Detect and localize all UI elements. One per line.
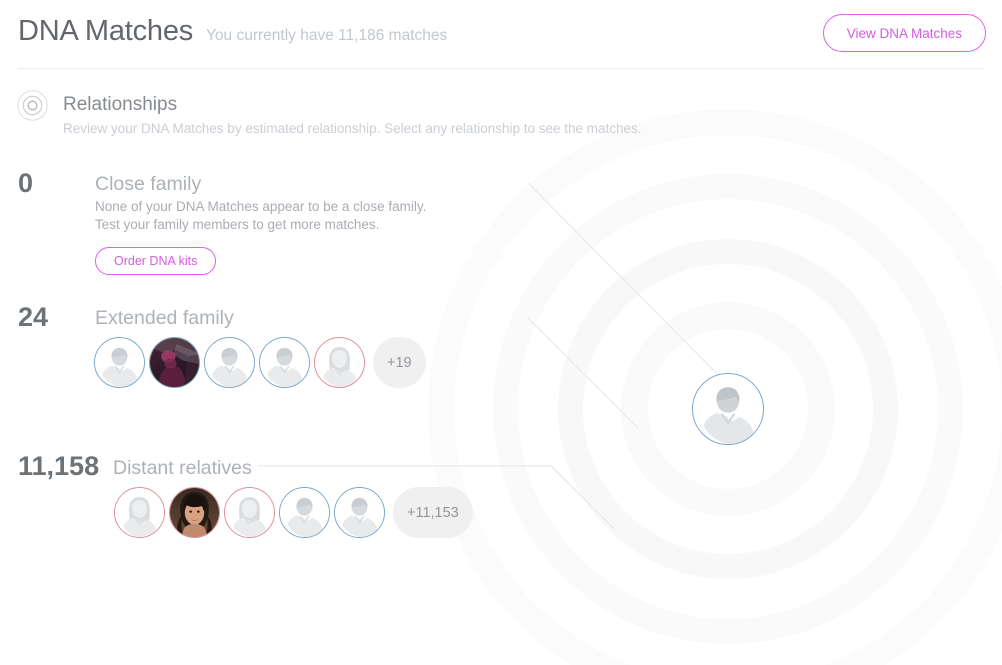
- female-placeholder-icon: [315, 338, 364, 387]
- dna-matches-page: DNA Matches You currently have 11,186 ma…: [0, 0, 1002, 665]
- male-placeholder-icon: [95, 338, 144, 387]
- radial-ring-2b: [583, 264, 873, 554]
- header-divider: [18, 68, 984, 69]
- match-avatar[interactable]: [204, 337, 255, 388]
- relationships-description: Review your DNA Matches by estimated rel…: [63, 121, 642, 136]
- page-title: DNA Matches: [18, 15, 194, 47]
- close-family-count: 0: [18, 168, 34, 198]
- match-avatar[interactable]: [259, 337, 310, 388]
- match-avatar[interactable]: [279, 487, 330, 538]
- order-dna-kits-button[interactable]: Order DNA kits: [95, 247, 217, 275]
- radial-ring-4: [493, 174, 963, 644]
- distant-relatives-count: 11,158: [18, 451, 100, 481]
- match-avatar-photo[interactable]: [169, 487, 220, 538]
- close-family-label[interactable]: Close family: [95, 173, 201, 196]
- extended-family-avatar-row: +19: [94, 337, 426, 388]
- male-placeholder-icon: [335, 488, 384, 537]
- male-placeholder-icon: [260, 338, 309, 387]
- match-avatar-photo[interactable]: [149, 337, 200, 388]
- radial-ring-1: [648, 329, 808, 489]
- match-avatar[interactable]: [114, 487, 165, 538]
- male-placeholder-icon: [280, 488, 329, 537]
- distant-relatives-label[interactable]: Distant relatives: [113, 457, 252, 480]
- relationships-title: Relationships: [63, 94, 178, 115]
- match-avatar[interactable]: [224, 487, 275, 538]
- target-rings-icon: [17, 90, 48, 121]
- radial-ring-2: [621, 302, 835, 516]
- view-dna-matches-button[interactable]: View DNA Matches: [822, 14, 986, 52]
- extended-family-count: 24: [18, 302, 49, 332]
- female-placeholder-icon: [115, 488, 164, 537]
- photo-avatar-dark-icon: [150, 338, 199, 387]
- user-avatar-icon: [693, 374, 763, 444]
- page-header: DNA Matches You currently have 11,186 ma…: [0, 0, 1002, 69]
- center-user-avatar[interactable]: [692, 373, 764, 445]
- photo-avatar-woman-icon: [170, 488, 219, 537]
- male-placeholder-icon: [205, 338, 254, 387]
- distant-relatives-avatar-row: +11,153: [114, 487, 473, 538]
- page-subtitle: You currently have 11,186 matches: [206, 27, 448, 44]
- radial-ring-5: [428, 109, 1002, 665]
- match-avatar[interactable]: [334, 487, 385, 538]
- radial-ring-3b: [518, 199, 938, 619]
- match-avatar[interactable]: [314, 337, 365, 388]
- match-avatar[interactable]: [94, 337, 145, 388]
- female-placeholder-icon: [225, 488, 274, 537]
- distant-relatives-more-badge[interactable]: +11,153: [393, 487, 473, 538]
- radial-ring-4b: [454, 135, 1002, 665]
- extended-family-label[interactable]: Extended family: [95, 307, 234, 330]
- radial-ring-3: [558, 239, 898, 579]
- close-family-description: None of your DNA Matches appear to be a …: [95, 199, 427, 232]
- extended-family-more-badge[interactable]: +19: [373, 337, 426, 388]
